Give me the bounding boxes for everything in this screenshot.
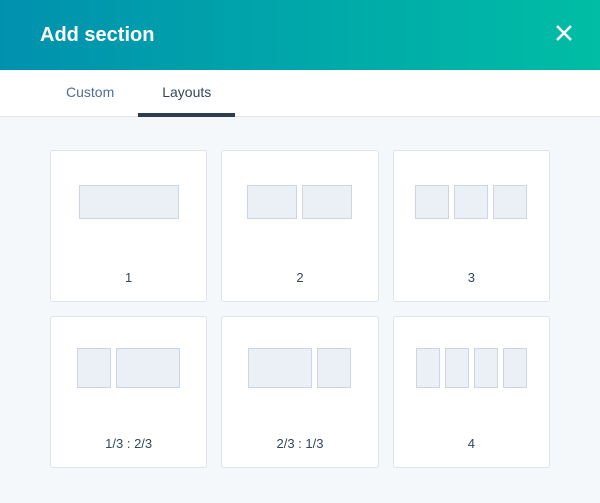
- tab-custom[interactable]: Custom: [42, 70, 138, 117]
- layout-preview: [222, 151, 377, 253]
- layout-label: 1: [51, 253, 206, 301]
- layout-label: 3: [394, 253, 549, 301]
- preview-block: [415, 185, 449, 219]
- layout-preview: [394, 151, 549, 253]
- layout-preview: [222, 317, 377, 419]
- layout-option-1-col[interactable]: 1: [50, 150, 207, 302]
- preview-block: [493, 185, 527, 219]
- content-area: 1 2 3 1/3 : 2/3: [0, 117, 600, 503]
- layout-label: 4: [394, 419, 549, 467]
- tab-bar: Custom Layouts: [0, 70, 600, 117]
- dialog-title: Add section: [40, 24, 154, 47]
- preview-block: [445, 348, 469, 388]
- layout-option-1-3-2-3[interactable]: 1/3 : 2/3: [50, 316, 207, 468]
- tab-layouts[interactable]: Layouts: [138, 70, 235, 117]
- layout-option-2-col[interactable]: 2: [221, 150, 378, 302]
- layout-preview: [394, 317, 549, 419]
- preview-block: [247, 185, 297, 219]
- close-button[interactable]: [550, 21, 578, 49]
- preview-block: [503, 348, 527, 388]
- preview-block: [454, 185, 488, 219]
- preview-block: [116, 348, 180, 388]
- preview-block: [79, 185, 179, 219]
- preview-block: [317, 348, 351, 388]
- layout-option-4-col[interactable]: 4: [393, 316, 550, 468]
- layout-option-3-col[interactable]: 3: [393, 150, 550, 302]
- preview-block: [416, 348, 440, 388]
- dialog-header: Add section: [0, 0, 600, 70]
- layout-label: 2: [222, 253, 377, 301]
- layout-option-2-3-1-3[interactable]: 2/3 : 1/3: [221, 316, 378, 468]
- close-icon: [555, 24, 573, 47]
- layout-preview: [51, 317, 206, 419]
- preview-block: [474, 348, 498, 388]
- preview-block: [248, 348, 312, 388]
- layout-label: 1/3 : 2/3: [51, 419, 206, 467]
- layout-label: 2/3 : 1/3: [222, 419, 377, 467]
- preview-block: [302, 185, 352, 219]
- preview-block: [77, 348, 111, 388]
- layout-grid: 1 2 3 1/3 : 2/3: [50, 150, 550, 468]
- layout-preview: [51, 151, 206, 253]
